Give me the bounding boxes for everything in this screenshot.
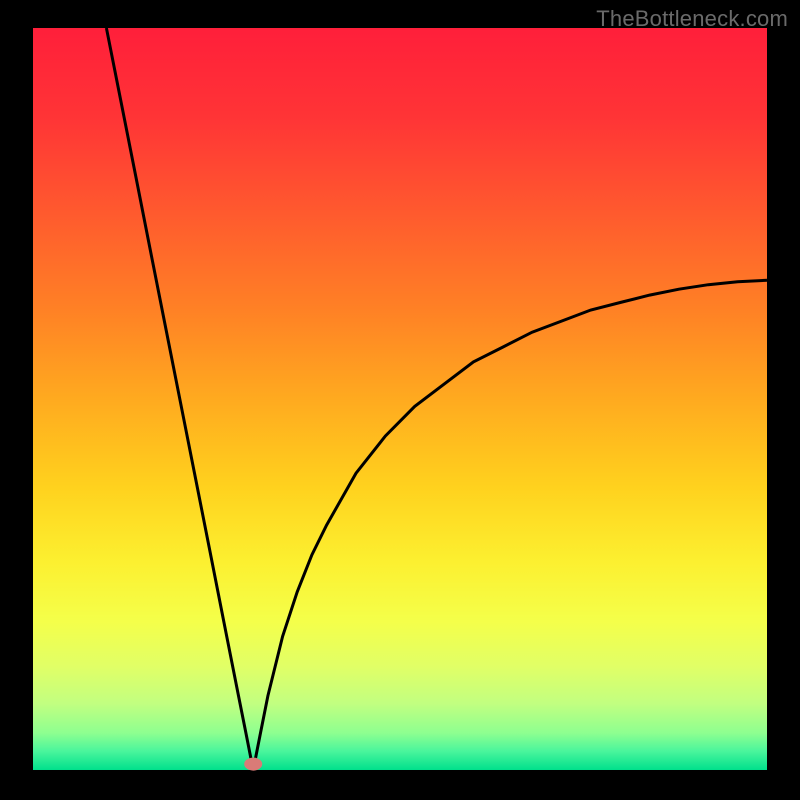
plot-background <box>33 28 767 770</box>
optimum-marker <box>244 758 262 771</box>
bottleneck-chart <box>0 0 800 800</box>
watermark-text: TheBottleneck.com <box>596 6 788 32</box>
chart-frame: TheBottleneck.com <box>0 0 800 800</box>
